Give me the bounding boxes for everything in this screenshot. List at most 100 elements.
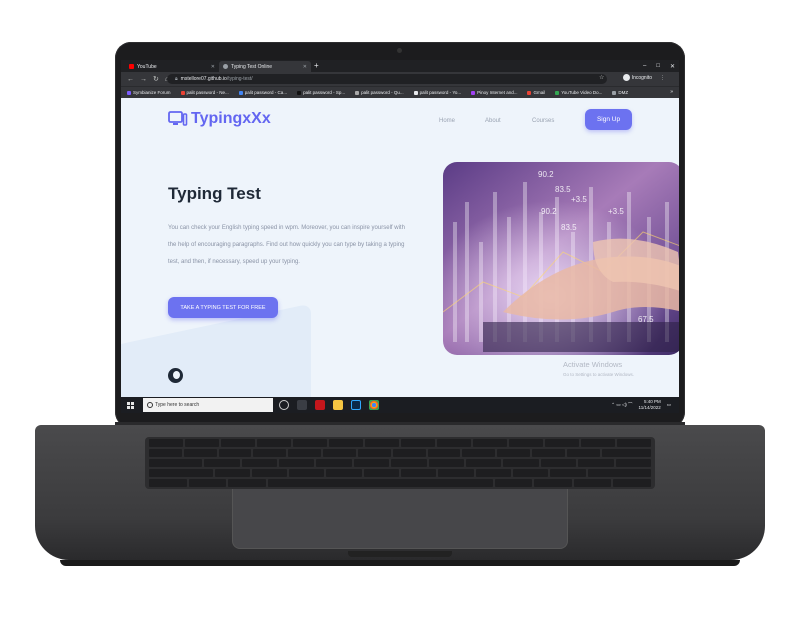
chrome-icon[interactable] [369,400,379,410]
close-window-button[interactable]: ✕ [670,63,675,70]
bookmark-item[interactable]: YouTube Video Do... [555,90,602,95]
netflix-icon[interactable] [315,400,325,410]
tab-title: Typing Test Online [231,63,273,70]
chart-number: 67.5 [638,315,654,324]
bookmark-label: YouTube Video Do... [561,90,603,95]
url-input[interactable]: 🔒︎ mstellore07.github.io/typing-test/ [167,74,607,84]
back-icon[interactable]: ← [127,76,134,83]
laptop-foot [60,560,740,566]
tray-icons[interactable]: ⌃ ▭ ◁) ⌒ [611,402,632,408]
bookmark-item[interactable]: palit password - Sp... [297,90,345,95]
notification-icon[interactable]: ▭ [667,402,671,408]
windows-start-icon[interactable] [127,401,134,409]
incognito-indicator[interactable]: Incognito ⋮ [622,74,665,81]
photoshop-icon[interactable] [351,400,361,410]
bookmark-item[interactable]: palit password - Ca... [238,90,288,95]
bookmark-label: palit password - Qu... [361,90,404,95]
maximize-button[interactable]: □ [656,63,660,69]
clock-date: 11/14/2022 [638,405,661,410]
chart-number: 90.2 [538,170,554,179]
menu-icon[interactable]: ⋮ [660,75,665,81]
bookmark-icon [355,90,360,95]
bookmark-label: palit password - Yo... [419,90,462,95]
new-tab-button[interactable]: + [314,61,319,71]
taskbar-search-input[interactable]: Type here to search [143,398,273,412]
bookmark-label: palit password - Sp... [303,90,346,95]
bookmark-star-icon[interactable]: ☆ [599,74,604,81]
laptop-notch [348,551,452,557]
taskbar-apps [279,400,379,410]
tab-youtube[interactable]: YouTube ✕ [125,61,219,72]
reload-icon[interactable]: ↻ [153,75,159,83]
dark-mode-toggle[interactable] [168,368,183,383]
task-view-icon[interactable] [279,400,289,410]
widgets-icon[interactable] [297,400,307,410]
chart-number: 90.2 [541,207,557,216]
url-host: mstellore07.github.io [180,76,227,82]
incognito-label: Incognito [631,74,652,81]
chart-number: +3.5 [571,195,587,204]
activate-windows-title: Activate Windows [563,360,623,369]
chart-number: 83.5 [561,223,577,232]
bookmark-icon [297,90,302,95]
bookmark-icon [413,90,418,95]
clock[interactable]: 5:40 PM 11/14/2022 [639,399,661,411]
bookmark-item[interactable]: palit password - Ne... [180,90,229,95]
trackpad [232,489,568,549]
site-logo[interactable]: TypingxXx [168,110,271,128]
bookmark-label: palit password - Ca... [244,90,288,95]
tab-bar: YouTube ✕ Typing Test Online ✕ + – □ ✕ [121,60,679,72]
webcam [397,48,402,53]
youtube-icon [129,64,134,69]
nav-home[interactable]: Home [439,118,455,124]
bookmark-icon [127,90,131,95]
bookmark-label: Symbianize Forum [133,90,171,95]
bookmark-label: Pinoy Internet and... [477,90,518,95]
bookmark-item[interactable]: Symbianize Forum [127,90,171,95]
close-icon[interactable]: ✕ [211,64,215,70]
sign-up-button[interactable]: Sign Up [585,109,632,130]
bookmarks-bar: Symbianize Forum palit password - Ne... … [121,86,679,98]
bookmark-icon [180,90,185,95]
bookmark-icon [238,90,243,95]
typing-hands-illustration: 90.2 83.5 +3.5 90.2 83.5 +3.5 67.5 [443,162,679,355]
chart-number: +3.5 [608,207,624,216]
more-bookmarks-button[interactable]: » [670,89,673,95]
bookmark-icon [555,90,560,95]
incognito-icon [622,74,630,81]
bookmark-item[interactable]: Gmail [527,90,545,95]
tab-typing-test[interactable]: Typing Test Online ✕ [219,61,311,72]
activate-windows-subtitle: Go to Settings to activate Windows. [563,372,635,377]
nav-courses[interactable]: Courses [532,118,554,124]
web-page: TypingxXx Home About Courses Sign Up Typ… [121,98,679,397]
url-path: /typing-test/ [226,76,253,82]
computer-icon [168,111,188,126]
lock-icon: 🔒︎ [175,76,178,82]
bookmark-item[interactable]: palit password - Qu... [355,90,404,95]
forward-icon[interactable]: → [140,76,147,83]
bookmark-item[interactable]: palit password - Yo... [413,90,462,95]
system-tray: ⌃ ▭ ◁) ⌒ 5:40 PM 11/14/2022 ▭ [611,399,671,411]
keyboard [145,437,655,489]
window-controls: – □ ✕ [643,60,675,72]
minimize-button[interactable]: – [643,63,646,69]
page-title: Typing Test [168,184,261,203]
gmail-icon [527,90,532,95]
bookmark-item[interactable]: Pinoy Internet and... [471,90,517,95]
chart-number: 83.5 [555,185,571,194]
close-icon[interactable]: ✕ [303,64,307,70]
address-bar: ← → ↻ ⌂ 🔒︎ mstellore07.github.io/typing-… [121,72,679,86]
bookmark-label: palit password - Ne... [186,90,229,95]
logo-text: TypingxXx [191,110,271,127]
bookmark-icon [471,90,476,95]
hero-image: 90.2 83.5 +3.5 90.2 83.5 +3.5 67.5 [443,162,679,355]
bookmark-label: DMZ [618,90,629,95]
bookmark-item[interactable]: DMZ [612,90,628,95]
clock-time: 5:40 PM [643,399,661,404]
nav-about[interactable]: About [485,118,501,124]
taskbar: Type here to search ⌃ ▭ ◁) ⌒ 5:40 PM 11/… [121,397,679,413]
start-test-button[interactable]: TAKE A TYPING TEST FOR FREE [168,297,278,318]
bookmark-label: Gmail [533,90,546,95]
screen: YouTube ✕ Typing Test Online ✕ + – □ ✕ ←… [121,60,679,413]
file-explorer-icon[interactable] [333,400,343,410]
